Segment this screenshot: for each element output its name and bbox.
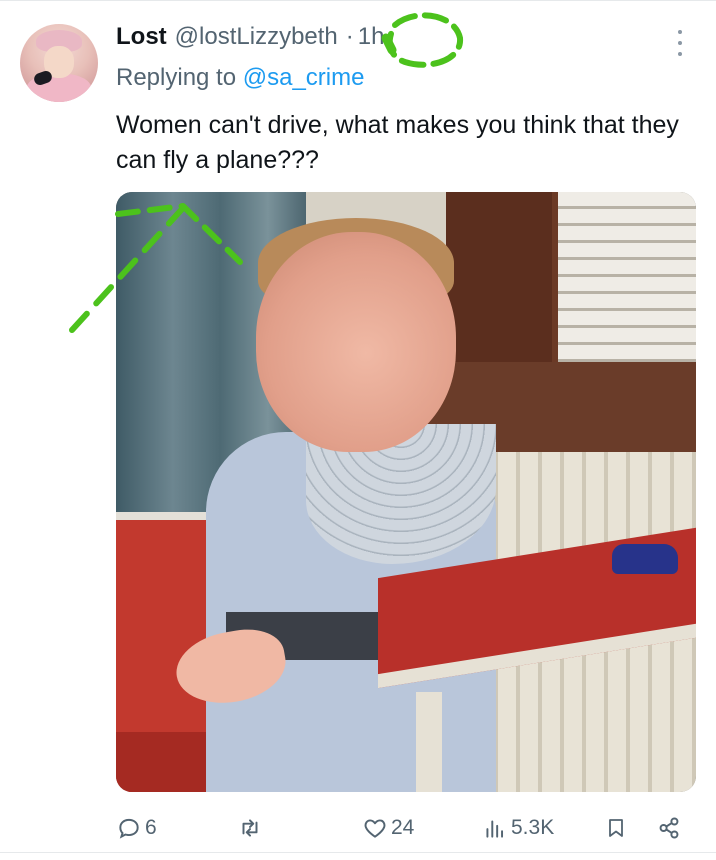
more-dot [678, 41, 682, 45]
replying-prefix: Replying to [116, 64, 237, 91]
share-icon [659, 817, 679, 839]
bookmark-button[interactable] [604, 814, 628, 842]
user-handle[interactable]: @lostLizzybeth [175, 23, 338, 51]
bottom-divider [0, 852, 716, 853]
image-toy-car [612, 544, 678, 574]
image-window-blinds [552, 192, 696, 362]
more-dot [678, 30, 682, 34]
heart-icon [364, 819, 386, 838]
views-button[interactable]: 5.3K [482, 814, 554, 842]
timestamp[interactable]: 1h [358, 23, 385, 51]
display-name[interactable]: Lost [116, 23, 167, 51]
repost-button[interactable] [236, 814, 267, 842]
image-table-leg [416, 692, 442, 792]
like-count: 24 [391, 816, 415, 839]
views-icon [486, 820, 504, 838]
top-divider [0, 0, 716, 1]
annotation-dot [381, 33, 397, 55]
bookmark-icon [609, 819, 623, 837]
avatar[interactable] [20, 24, 98, 102]
reply-count: 6 [145, 816, 157, 839]
replying-to: Replying to @sa_crime [116, 64, 364, 92]
reply-mention-link[interactable]: @sa_crime [243, 64, 365, 91]
reply-button[interactable]: 6 [116, 814, 157, 842]
separator-dot: · [345, 23, 354, 50]
tweet-header: Lost @lostLizzybeth · 1h [116, 23, 384, 55]
repost-icon [242, 819, 258, 837]
image-child-head [256, 232, 456, 452]
tweet-image[interactable] [116, 192, 696, 792]
more-dot [678, 52, 682, 56]
action-bar: 6 24 5.3K [0, 808, 716, 848]
tweet-text: Women can't drive, what makes you think … [116, 111, 679, 174]
annotation-circle [386, 12, 464, 68]
views-count: 5.3K [511, 816, 555, 839]
like-button[interactable]: 24 [362, 814, 414, 842]
more-vertical-icon[interactable] [674, 30, 686, 56]
share-button[interactable] [656, 814, 682, 842]
reply-icon [119, 818, 139, 839]
